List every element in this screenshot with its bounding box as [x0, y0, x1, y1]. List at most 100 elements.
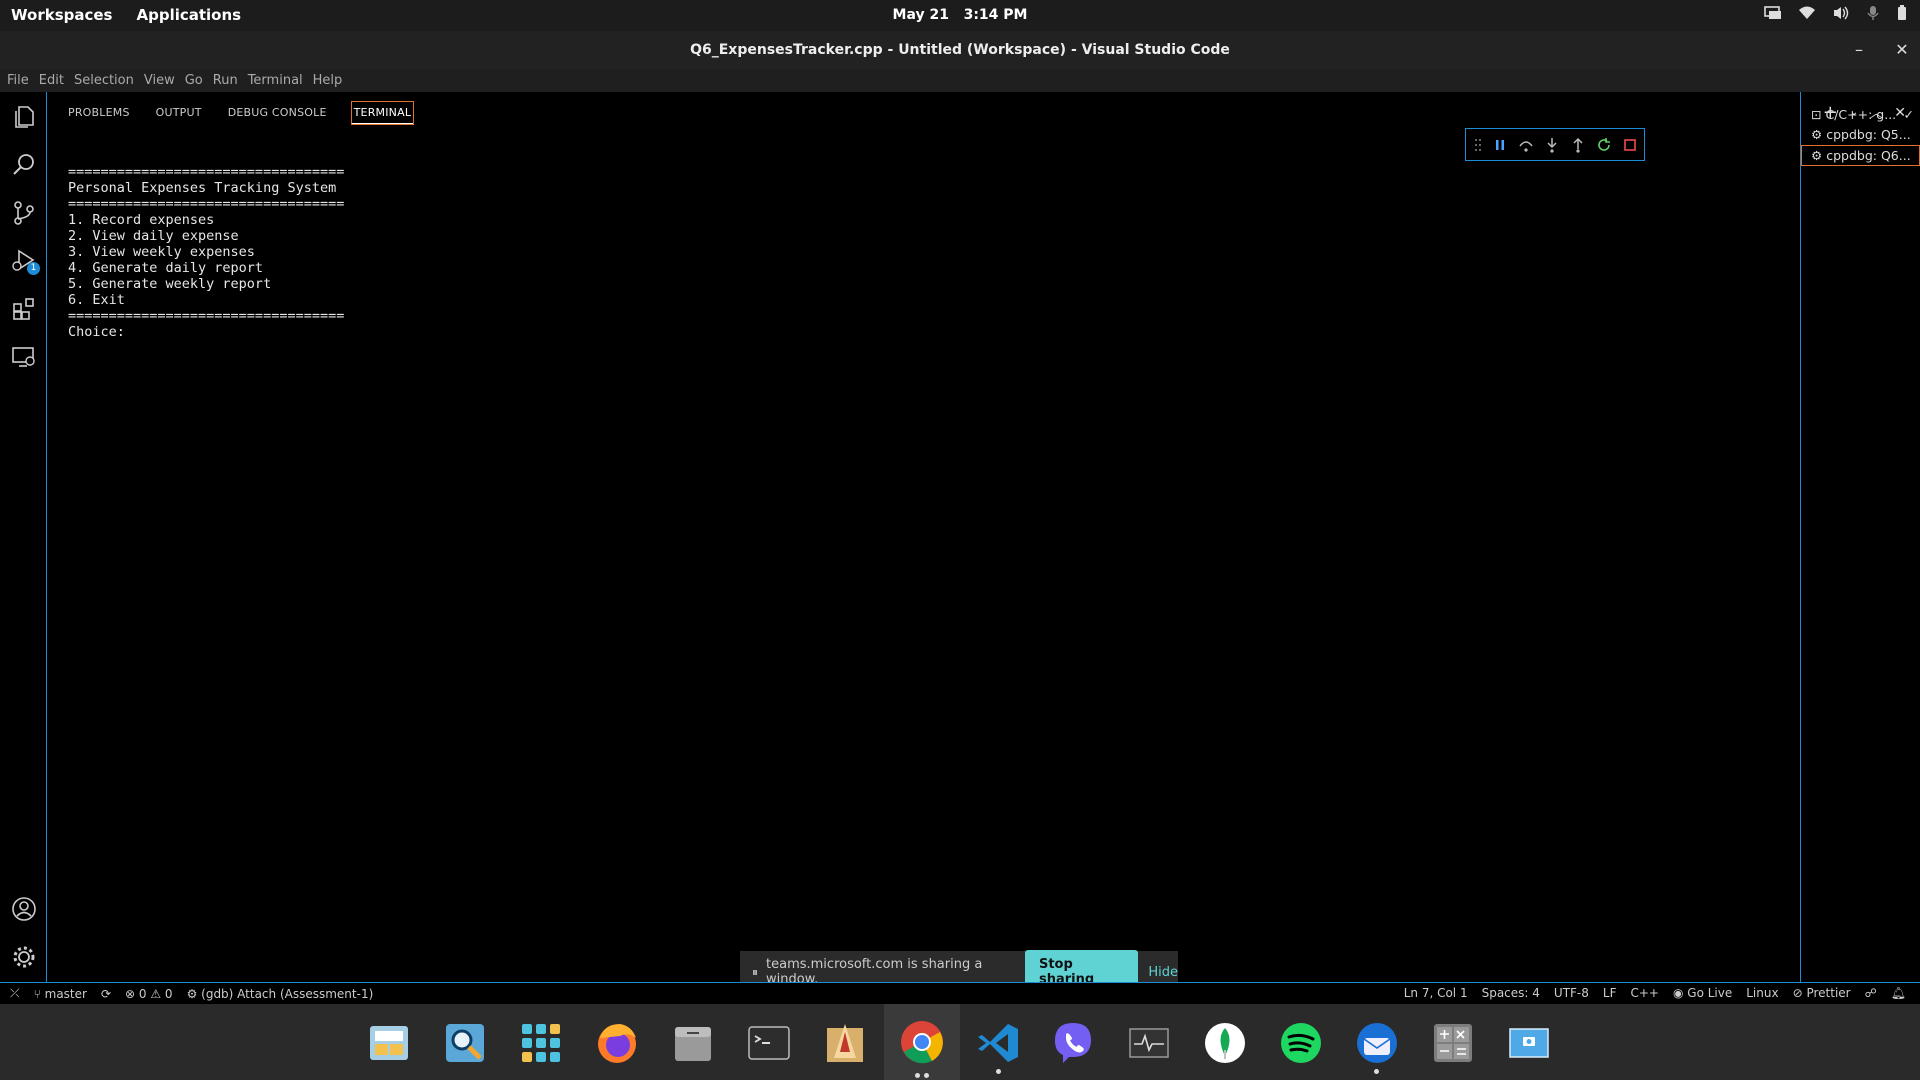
go-live-button[interactable]: ◉ Go Live — [1673, 986, 1732, 1000]
step-into-icon[interactable] — [1544, 137, 1560, 153]
wifi-icon[interactable] — [1798, 5, 1816, 21]
thunderbird-icon[interactable] — [1354, 1020, 1400, 1074]
system-monitor-icon[interactable] — [1126, 1020, 1172, 1066]
manage-gear-icon[interactable] — [11, 944, 37, 970]
minimize-button[interactable]: – — [1848, 39, 1870, 61]
files-icon[interactable] — [670, 1020, 716, 1066]
terminal-list-label: cppdbg: Q5... — [1826, 127, 1911, 142]
step-over-icon[interactable] — [1518, 137, 1534, 153]
terminal-line: 2. View daily expense — [68, 228, 239, 244]
notifications-bell-icon[interactable]: 🔔︎ — [1891, 986, 1906, 1000]
panel-tabs: PROBLEMS OUTPUT DEBUG CONSOLE TERMINAL — [67, 101, 415, 125]
display-icon[interactable] — [1764, 5, 1782, 21]
debug-config-indicator[interactable]: ⚙ (gdb) Attach (Assessment-1) — [187, 987, 374, 1001]
error-count: 0 — [138, 986, 147, 1001]
pause-icon[interactable] — [1492, 137, 1508, 153]
menu-edit[interactable]: Edit — [39, 73, 64, 88]
terminal-line: 4. Generate daily report — [68, 260, 264, 276]
menu-run[interactable]: Run — [213, 73, 238, 88]
stop-icon[interactable] — [1622, 137, 1638, 153]
menu-terminal[interactable]: Terminal — [248, 73, 303, 88]
menu-view[interactable]: View — [144, 73, 175, 88]
drag-handle-icon[interactable] — [1474, 138, 1482, 152]
menu-help[interactable]: Help — [313, 73, 343, 88]
tab-terminal[interactable]: TERMINAL — [350, 101, 415, 125]
extensions-icon[interactable] — [11, 296, 37, 322]
spotify-icon[interactable] — [1278, 1020, 1324, 1066]
workspaces-button[interactable]: Workspaces — [11, 6, 112, 24]
branch-indicator[interactable]: ⑂ master — [34, 987, 87, 1001]
indentation[interactable]: Spaces: 4 — [1482, 986, 1540, 1000]
tab-problems[interactable]: PROBLEMS — [67, 102, 131, 124]
terminal-list-item-q5[interactable]: ⚙ cppdbg: Q5... — [1801, 124, 1920, 145]
go-live-label: Go Live — [1687, 986, 1733, 1000]
feedback-icon[interactable]: ☍ — [1865, 986, 1877, 1000]
firefox-icon[interactable] — [594, 1020, 640, 1066]
accounts-icon[interactable] — [11, 896, 37, 922]
activity-bar: 1 — [0, 92, 47, 982]
search-dock-icon[interactable] — [442, 1020, 488, 1066]
workspaces-dock-icon[interactable] — [366, 1020, 412, 1066]
tab-output[interactable]: OUTPUT — [155, 102, 203, 124]
platform[interactable]: Linux — [1746, 986, 1778, 1000]
terminal-line: 3. View weekly expenses — [68, 244, 255, 260]
clock-time[interactable]: 3:14 PM — [964, 7, 1028, 23]
pop-shop-icon[interactable] — [822, 1020, 868, 1066]
calculator-icon[interactable] — [1430, 1020, 1476, 1066]
search-icon[interactable] — [11, 152, 37, 178]
restart-icon[interactable] — [1596, 137, 1612, 153]
terminal-list-item-q6[interactable]: ⚙ cppdbg: Q6... — [1801, 145, 1920, 166]
window-title: Q6_ExpensesTracker.cpp - Untitled (Works… — [690, 42, 1230, 58]
problems-indicator[interactable]: ⊗ 0 ⚠ 0 — [125, 987, 173, 1001]
terminal-line: 1. Record expenses — [68, 212, 215, 228]
remote-explorer-icon[interactable] — [11, 344, 37, 370]
microphone-icon[interactable] — [1866, 5, 1880, 21]
debug-badge: 1 — [27, 262, 40, 275]
terminal-list-item-cpp-build[interactable]: ⊡ C/C++: g... ✓ — [1801, 104, 1920, 125]
remote-icon[interactable]: ⤫ — [10, 986, 20, 1001]
debug-config-label: (gdb) Attach (Assessment-1) — [201, 986, 374, 1001]
terminal-line: ================================== — [68, 196, 345, 212]
applications-grid-icon[interactable] — [518, 1020, 564, 1066]
end-of-line[interactable]: LF — [1603, 986, 1617, 1000]
tab-debug-console[interactable]: DEBUG CONSOLE — [227, 102, 328, 124]
terminal-list: ⊡ C/C++: g... ✓ ⚙ cppdbg: Q5... ⚙ cppdbg… — [1800, 92, 1920, 982]
menu-file[interactable]: File — [7, 73, 29, 88]
source-control-icon[interactable] — [11, 200, 37, 226]
language-mode[interactable]: C++ — [1630, 986, 1659, 1000]
terminal-output[interactable]: ================================== Person… — [68, 164, 344, 340]
system-top-bar: Workspaces Applications May 21 3:14 PM — [0, 0, 1920, 31]
mongodb-compass-icon[interactable] — [1202, 1020, 1248, 1066]
menu-selection[interactable]: Selection — [74, 73, 134, 88]
terminal-list-label: C/C++: g... — [1825, 107, 1897, 122]
hide-button[interactable]: Hide — [1148, 965, 1178, 980]
cursor-position[interactable]: Ln 7, Col 1 — [1404, 986, 1468, 1000]
clock: May 21 3:14 PM — [0, 7, 1920, 23]
terminal-app-icon[interactable] — [746, 1020, 792, 1066]
sync-icon[interactable]: ⟳ — [101, 987, 111, 1001]
terminal-line: Choice: — [68, 324, 125, 340]
terminal-line: ================================== — [68, 308, 345, 324]
close-window-button[interactable]: ✕ — [1891, 39, 1913, 61]
check-icon: ✓ — [1903, 107, 1914, 122]
applications-button[interactable]: Applications — [136, 6, 241, 24]
run-debug-icon[interactable]: 1 — [11, 248, 40, 275]
pause-icon: ⏸ — [752, 964, 759, 979]
system-tray — [1764, 5, 1908, 21]
chrome-icon[interactable] — [884, 1004, 960, 1080]
status-bar: ⤫ ⑂ master ⟳ ⊗ 0 ⚠ 0 ⚙ (gdb) Attach (Ass… — [0, 982, 1920, 1004]
explorer-icon[interactable] — [11, 104, 37, 130]
menu-go[interactable]: Go — [185, 73, 203, 88]
volume-icon[interactable] — [1832, 5, 1850, 21]
menu-bar: File Edit Selection View Go Run Terminal… — [0, 69, 1920, 92]
clock-date[interactable]: May 21 — [893, 7, 949, 23]
step-out-icon[interactable] — [1570, 137, 1586, 153]
viber-icon[interactable] — [1050, 1020, 1096, 1066]
screenshot-icon[interactable] — [1506, 1020, 1552, 1066]
prettier-button[interactable]: ⊘ Prettier — [1793, 986, 1851, 1000]
encoding[interactable]: UTF-8 — [1554, 986, 1589, 1000]
terminal-list-label: cppdbg: Q6... — [1826, 148, 1911, 163]
terminal-icon: ⊡ — [1811, 107, 1822, 122]
vscode-icon[interactable] — [976, 1020, 1022, 1074]
battery-icon[interactable] — [1896, 5, 1908, 21]
